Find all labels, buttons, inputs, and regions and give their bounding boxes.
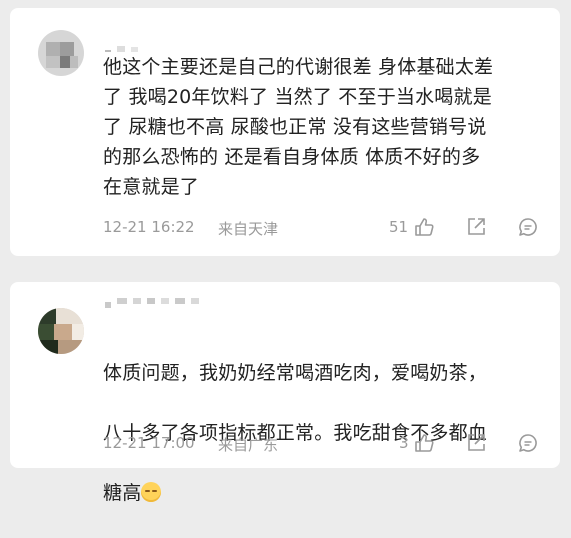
comment-text: 他这个主要还是自己的代谢很差 身体基础太差 了 我喝20年饮料了 当然了 不至于… (103, 56, 494, 198)
share-icon[interactable] (465, 216, 487, 238)
like-icon[interactable] (413, 216, 435, 238)
share-icon[interactable] (465, 432, 487, 454)
comment-icon[interactable] (517, 216, 539, 238)
avatar[interactable] (38, 30, 84, 76)
avatar[interactable] (38, 308, 84, 354)
comment-icon[interactable] (517, 432, 539, 454)
relieved-face-emoji (141, 482, 162, 502)
like-count: 51 (389, 218, 409, 236)
comment-card: 他这个主要还是自己的代谢很差 身体基础太差 了 我喝20年饮料了 当然了 不至于… (10, 8, 560, 256)
comment-meta: 12-21 16:22 来自天津 51 (103, 216, 542, 240)
username-blurred[interactable] (105, 40, 138, 52)
comment-card: 体质问题，我奶奶经常喝酒吃肉，爱喝奶茶， 八十多了各项指标都正常。我吃甜食不多都… (10, 282, 560, 504)
like-count: 3 (399, 434, 409, 452)
comment-text-line: 糖高 (103, 478, 548, 508)
username-blurred[interactable] (105, 296, 199, 308)
comment-location: 来自广东 (218, 436, 279, 454)
comment-location: 来自天津 (218, 220, 279, 238)
comment-meta: 12-21 17:00 来自广东 3 (103, 432, 542, 456)
comment-text-line: 体质问题，我奶奶经常喝酒吃肉，爱喝奶茶， (103, 362, 488, 384)
comment-time: 12-21 16:22 (103, 218, 195, 236)
like-icon[interactable] (413, 432, 435, 454)
comment-text-fragment: 糖高 (103, 482, 142, 504)
comment-time: 12-21 17:00 (103, 434, 195, 452)
